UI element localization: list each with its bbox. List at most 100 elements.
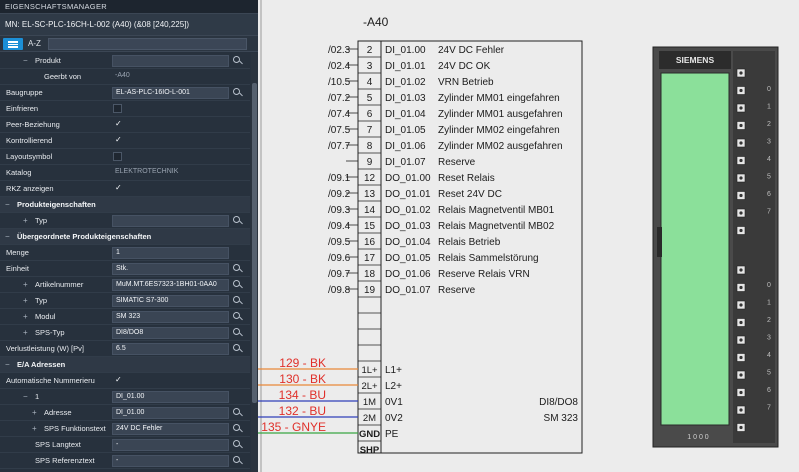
property-value-field[interactable]: EL-AS-PLC-16IO-L-001 — [112, 87, 229, 99]
panel-scrollbar[interactable] — [251, 53, 258, 472]
search-icon[interactable] — [231, 263, 244, 275]
channel-mark: 2 — [767, 121, 771, 128]
cross-reference: /09.2 — [328, 189, 351, 200]
property-row: Einfrieren — [0, 101, 250, 117]
channel-mark: 4 — [767, 352, 771, 359]
property-label: Typ — [35, 216, 48, 225]
property-value-field[interactable]: MuM.MT.6ES7323-1BH01-0AA0 — [112, 279, 229, 291]
property-label: Kontrollierend — [6, 136, 53, 145]
property-row: + Typ SIMATIC S7-300 — [0, 293, 250, 309]
property-checkbox[interactable]: ✓ — [112, 119, 229, 131]
search-icon[interactable] — [231, 215, 244, 227]
property-value-field[interactable]: SM 323 — [112, 311, 229, 323]
search-icon[interactable] — [231, 279, 244, 291]
channel-mark: 7 — [767, 209, 771, 216]
search-icon[interactable] — [231, 55, 244, 67]
property-row: + SPS-Typ DI8/DO8 — [0, 325, 250, 341]
channel-mark: 5 — [767, 370, 771, 377]
collapse-toggle[interactable]: − — [5, 357, 10, 372]
collapse-toggle[interactable]: − — [5, 229, 10, 244]
property-value-field[interactable]: ELEKTROTECHNIK — [112, 167, 229, 179]
io-function-text: Zylinder MM02 ausgefahren — [438, 141, 563, 152]
scroll-thumb[interactable] — [252, 83, 257, 403]
cross-reference: /07.5 — [328, 125, 351, 136]
section-header[interactable]: − E/A Adressen — [0, 357, 250, 373]
search-icon[interactable] — [231, 455, 244, 467]
io-address: DO_01.04 — [385, 237, 431, 248]
pin-number: 14 — [364, 205, 376, 216]
property-checkbox[interactable] — [113, 104, 122, 113]
search-icon[interactable] — [231, 87, 244, 99]
expand-toggle[interactable]: + — [23, 277, 28, 292]
terminal-hole — [739, 176, 743, 180]
schematic-view[interactable]: -A40/02.3 2 DI_01.00 24V DC Fehler/02.4 3 DI_… — [258, 0, 799, 472]
property-value-field[interactable]: 6.5 — [112, 343, 229, 355]
expand-toggle[interactable]: + — [32, 405, 37, 420]
property-value-field[interactable]: - — [112, 455, 229, 467]
section-header[interactable]: − Produkteigenschaften — [0, 197, 250, 213]
search-icon[interactable] — [231, 343, 244, 355]
property-value-field[interactable]: SIMATIC S7-300 — [112, 295, 229, 307]
pin-number: GND — [359, 429, 380, 440]
property-value-field[interactable]: -A40 — [112, 71, 229, 83]
property-checkbox[interactable]: ✓ — [112, 375, 229, 387]
property-value-field[interactable]: DI_01.00 — [112, 391, 229, 403]
property-value-field[interactable]: - — [112, 439, 229, 451]
expand-toggle[interactable]: + — [23, 309, 28, 324]
io-function-text: Relais Magnetventil MB01 — [438, 205, 555, 216]
sort-az-button[interactable]: A-Z — [28, 37, 41, 51]
collapse-toggle[interactable]: − — [23, 53, 28, 68]
property-value-field[interactable]: DI_01.00 — [112, 407, 229, 419]
property-row: + Artikelnummer MuM.MT.6ES7323-1BH01-0AA0 — [0, 277, 250, 293]
property-value-field[interactable]: DI8/DO8 — [112, 327, 229, 339]
collapse-toggle[interactable]: − — [23, 389, 28, 404]
pin-number: SHP — [360, 445, 380, 456]
expand-toggle[interactable]: + — [23, 293, 28, 308]
expand-toggle[interactable]: + — [32, 421, 37, 436]
property-value-field[interactable] — [112, 55, 229, 67]
search-icon[interactable] — [231, 423, 244, 435]
io-address: DI_01.02 — [385, 77, 426, 88]
io-function-text: Reserve — [438, 157, 476, 168]
channel-mark: 6 — [767, 191, 771, 198]
power-label: 0V2 — [385, 413, 403, 424]
terminal-hole — [739, 158, 743, 163]
list-view-button[interactable] — [3, 38, 23, 50]
io-function-text: 24V DC Fehler — [438, 45, 505, 56]
terminal-hole — [739, 141, 743, 145]
search-icon[interactable] — [231, 295, 244, 307]
property-label: Geerbt von — [44, 72, 82, 81]
pin-number: 4 — [367, 77, 373, 88]
cross-reference: /07.7 — [328, 141, 351, 152]
property-row: Menge 1 — [0, 245, 250, 261]
section-header[interactable]: − Übergeordnete Produkteigenschaften — [0, 229, 250, 245]
property-checkbox[interactable] — [113, 152, 122, 161]
search-icon[interactable] — [231, 327, 244, 339]
io-function-text: Zylinder MM01 eingefahren — [438, 93, 560, 104]
io-function-text: Reset 24V DC — [438, 189, 502, 200]
io-address: DO_01.00 — [385, 173, 431, 184]
property-label: Produkt — [35, 56, 61, 65]
io-address: DO_01.03 — [385, 221, 431, 232]
cross-reference: /09.5 — [328, 237, 351, 248]
search-icon[interactable] — [231, 439, 244, 451]
property-checkbox[interactable]: ✓ — [112, 135, 229, 147]
collapse-toggle[interactable]: − — [5, 197, 10, 212]
property-label: Adresse — [44, 408, 72, 417]
search-icon[interactable] — [231, 407, 244, 419]
property-checkbox[interactable]: ✓ — [112, 183, 229, 195]
panel-toolbar: A-Z — [0, 36, 258, 52]
expand-toggle[interactable]: + — [23, 325, 28, 340]
search-icon[interactable] — [231, 311, 244, 323]
property-label: SPS Langtext — [35, 440, 81, 449]
filter-input[interactable] — [48, 38, 247, 50]
property-value-field[interactable] — [112, 215, 229, 227]
property-label: Modul — [35, 312, 56, 321]
property-value-field[interactable]: Stk. — [112, 263, 229, 275]
property-row: −1 DI_01.00 — [0, 389, 250, 405]
expand-toggle[interactable]: + — [23, 213, 28, 228]
terminal-hole — [739, 88, 743, 93]
property-value-field[interactable]: 1 — [112, 247, 229, 259]
pin-number: 2L+ — [361, 381, 378, 392]
property-value-field[interactable]: 24V DC Fehler — [112, 423, 229, 435]
